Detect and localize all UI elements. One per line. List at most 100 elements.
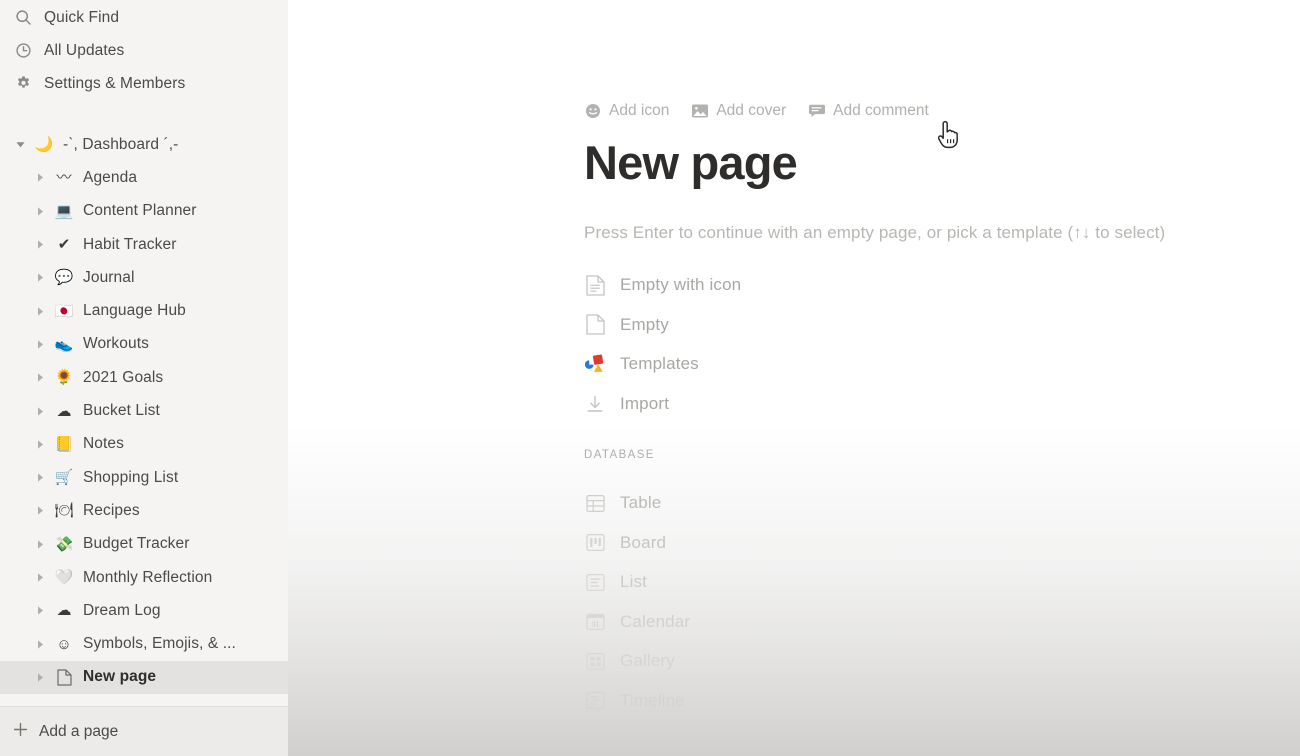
emoji-face-icon (584, 103, 601, 120)
option-calendar[interactable]: 31 Calendar (584, 602, 1300, 642)
chevron-right-icon[interactable] (33, 337, 47, 351)
option-board[interactable]: Board (584, 523, 1300, 563)
template-hint-text: Press Enter to continue with an empty pa… (584, 223, 1166, 243)
chevron-down-icon[interactable] (13, 138, 27, 152)
sidebar: Quick Find All Updates Settings & Member… (0, 0, 288, 756)
clock-icon (12, 40, 34, 62)
option-label: Table (620, 493, 662, 513)
sidebar-item-all-updates[interactable]: All Updates (0, 34, 288, 67)
option-timeline[interactable]: Timeline (584, 681, 1300, 721)
option-label: Empty with icon (620, 275, 742, 295)
sidebar-tree-item-label: Bucket List (83, 402, 160, 420)
chevron-right-icon[interactable] (33, 537, 47, 551)
template-option-list: Empty with icon Empty Templates Import (584, 265, 1300, 423)
chevron-right-icon[interactable] (33, 637, 47, 651)
page-emoji-icon: ☁ (56, 402, 72, 420)
option-table[interactable]: Table (584, 483, 1300, 523)
chevron-right-icon[interactable] (33, 404, 47, 418)
chevron-right-icon[interactable] (33, 304, 47, 318)
option-import[interactable]: Import (584, 384, 1300, 424)
app-root: Quick Find All Updates Settings & Member… (0, 0, 1300, 756)
import-arrow-icon (584, 393, 606, 415)
chevron-right-icon[interactable] (33, 204, 47, 218)
chevron-right-icon[interactable] (33, 604, 47, 618)
chevron-right-icon[interactable] (33, 571, 47, 585)
sidebar-tree-item[interactable]: 🌙 -ˋ, Dashboard ´,- (0, 128, 288, 161)
chevron-right-icon[interactable] (33, 171, 47, 185)
document-blank-icon (584, 314, 606, 336)
sidebar-tree-item-label: Language Hub (83, 302, 186, 320)
sidebar-tree-item[interactable]: 🛒 Shopping List (0, 461, 288, 494)
sidebar-tree-item[interactable]: 🤍 Monthly Reflection (0, 561, 288, 594)
chevron-right-icon[interactable] (33, 504, 47, 518)
option-gallery[interactable]: Gallery (584, 641, 1300, 681)
page-emoji-icon: 💬 (54, 269, 74, 287)
sidebar-tree-item-label: Notes (83, 435, 124, 453)
sidebar-tree-item[interactable]: 〰 Agenda (0, 161, 288, 194)
option-label: Empty (620, 314, 669, 334)
sidebar-top-nav: Quick Find All Updates Settings & Member… (0, 1, 288, 100)
sidebar-tree-item[interactable]: ☺ Symbols, Emojis, & ... (0, 627, 288, 660)
sidebar-tree-item[interactable]: ☁ Dream Log (0, 594, 288, 627)
option-label: Calendar (620, 611, 691, 631)
option-list[interactable]: List (584, 562, 1300, 602)
add-comment-button[interactable]: Add comment (808, 102, 929, 120)
sidebar-tree-item[interactable]: ✔ Habit Tracker (0, 228, 288, 261)
chevron-right-icon[interactable] (33, 271, 47, 285)
page-action-bar: Add icon Add cover Add comment (584, 100, 1300, 122)
add-cover-label: Add cover (716, 102, 787, 119)
option-empty[interactable]: Empty (584, 305, 1300, 345)
option-label: Timeline (620, 690, 685, 710)
templates-shapes-icon (584, 353, 606, 375)
add-cover-button[interactable]: Add cover (691, 102, 786, 120)
page-emoji-icon: 🤍 (54, 569, 74, 586)
add-a-page-button[interactable]: Add a page (0, 706, 288, 756)
sidebar-tree-item-label: Agenda (83, 168, 138, 186)
sidebar-tree-item-label: Habit Tracker (83, 235, 177, 253)
chevron-right-icon[interactable] (33, 670, 47, 684)
sidebar-tree-item[interactable]: 🌻 2021 Goals (0, 361, 288, 394)
page-title[interactable]: New page (584, 138, 1300, 188)
chevron-right-icon[interactable] (33, 371, 47, 385)
database-option-list: Table Board List 31 Calendar Gallery Tim… (584, 483, 1300, 720)
search-icon (12, 7, 34, 29)
option-label: Import (620, 393, 670, 413)
chevron-right-icon[interactable] (33, 238, 47, 252)
comment-icon (808, 103, 825, 120)
sidebar-tree-item-label: -ˋ, Dashboard ´,- (63, 135, 179, 153)
board-icon (584, 532, 606, 554)
sidebar-item-quick-find[interactable]: Quick Find (0, 1, 288, 34)
option-label: Templates (620, 354, 699, 374)
sidebar-tree-item-label: Workouts (83, 335, 149, 353)
chevron-right-icon[interactable] (33, 471, 47, 485)
page-emoji-icon: 💻 (54, 202, 74, 220)
sidebar-tree-item[interactable]: 💸 Budget Tracker (0, 528, 288, 561)
page-emoji-icon: 〰 (56, 169, 72, 187)
sidebar-tree-item-label: Budget Tracker (83, 535, 190, 553)
add-a-page-label: Add a page (39, 722, 119, 740)
sidebar-tree-item-label: Monthly Reflection (83, 568, 213, 586)
svg-text:31: 31 (591, 619, 599, 628)
sidebar-tree-item-label: Recipes (83, 501, 140, 519)
sidebar-tree-item[interactable]: ☁ Bucket List (0, 394, 288, 427)
sidebar-tree-item[interactable]: 📒 Notes (0, 428, 288, 461)
plus-icon (12, 721, 29, 743)
page-emoji-icon: 🛒 (54, 469, 74, 487)
add-comment-label: Add comment (833, 102, 929, 119)
page-emoji-icon: 💸 (54, 535, 74, 553)
sidebar-tree-item[interactable]: 💬 Journal (0, 261, 288, 294)
chevron-right-icon[interactable] (33, 437, 47, 451)
sidebar-tree-item-label: Content Planner (83, 202, 197, 220)
sidebar-tree-item[interactable]: 👟 Workouts (0, 328, 288, 361)
option-templates[interactable]: Templates (584, 344, 1300, 384)
sidebar-tree-item[interactable]: 💻 Content Planner (0, 195, 288, 228)
timeline-icon (584, 690, 606, 712)
sidebar-tree-item[interactable]: 🍽 Recipes (0, 494, 288, 527)
add-icon-button[interactable]: Add icon (584, 102, 669, 120)
sidebar-tree-item[interactable]: 🇯🇵 Language Hub (0, 294, 288, 327)
sidebar-item-settings-members[interactable]: Settings & Members (0, 67, 288, 100)
sidebar-tree-item-label: New page (83, 668, 157, 686)
page-emoji-icon: ☺ (56, 635, 72, 653)
sidebar-tree-item[interactable]: New page (0, 660, 288, 695)
option-empty-with-icon[interactable]: Empty with icon (584, 265, 1300, 305)
